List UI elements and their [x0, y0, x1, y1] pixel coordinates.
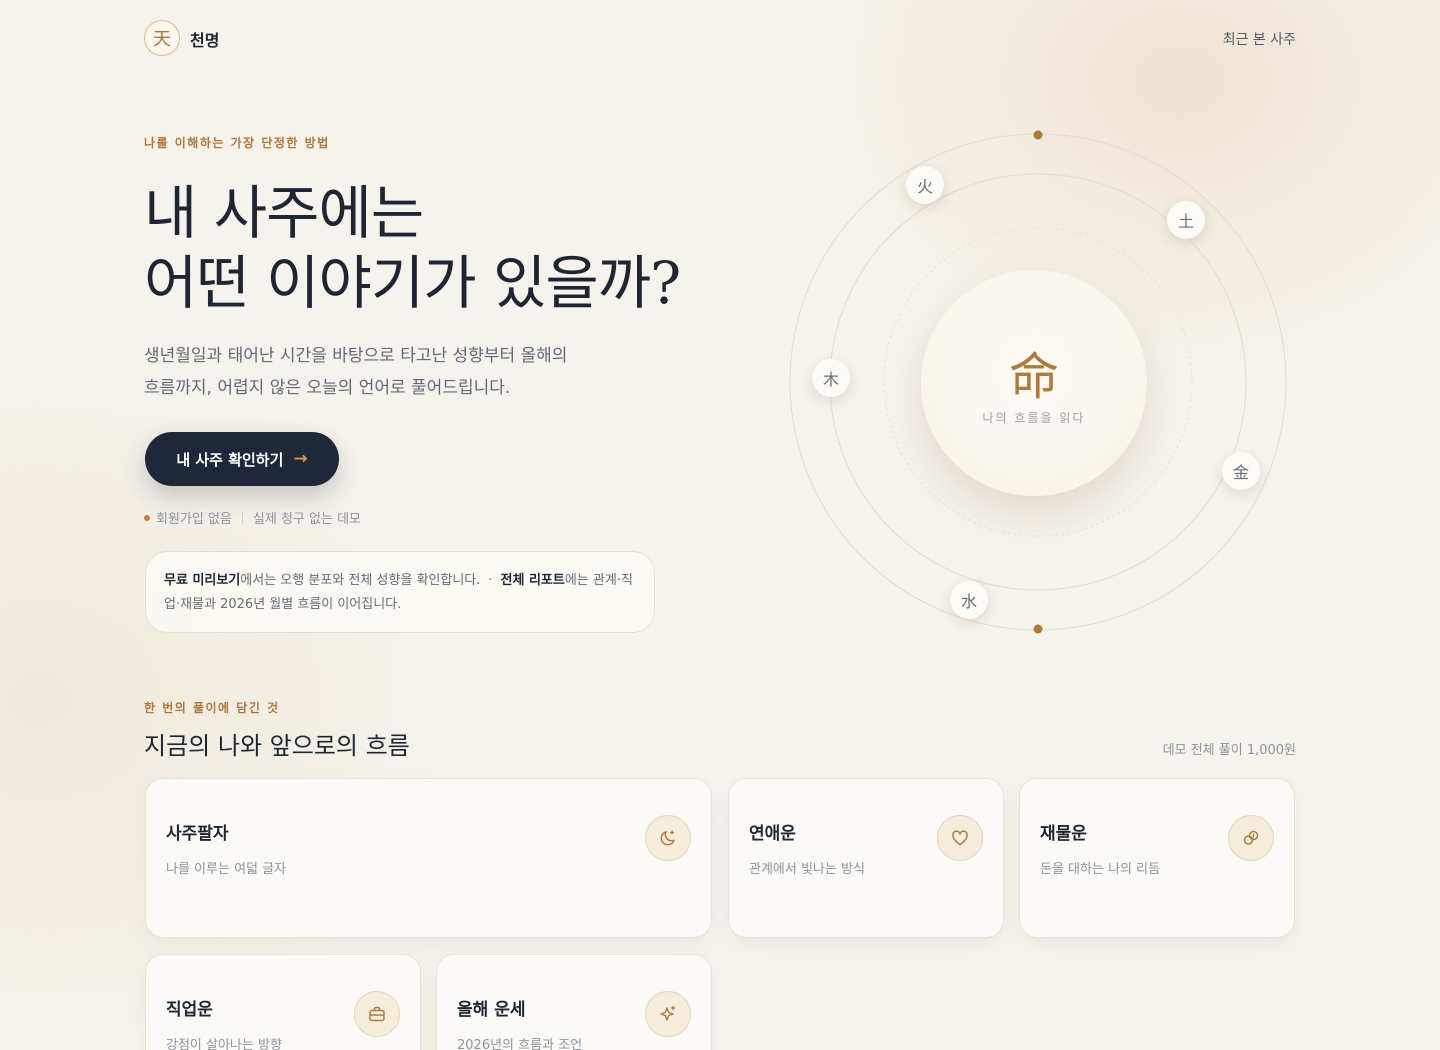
hero-desc-line-1: 생년월일과 태어난 시간을 바탕으로 타고난 성향부터 올해의	[144, 346, 568, 366]
recent-saju-link[interactable]: 최근 본 사주	[1190, 29, 1296, 49]
section-eyebrow: 한 번의 풀이에 담긴 것	[144, 701, 280, 715]
heart-icon	[937, 815, 983, 861]
card-subtitle: 관계에서 빛나는 방식	[749, 862, 865, 877]
earth-element-badge: 土	[1167, 201, 1205, 239]
hero-desc-line-2: 흐름까지, 어렵지 않은 오늘의 언어로 풀어드립니다.	[144, 378, 511, 398]
sparkle-icon	[645, 991, 691, 1037]
free-preview-label: 무료 미리보기	[164, 573, 241, 588]
preview-info-box: 무료 미리보기에서는 오행 분포와 전체 성향을 확인합니다. · 전체 리포트에는…	[145, 551, 655, 633]
brand-name[interactable]: 천명	[190, 27, 219, 51]
coins-icon	[1228, 815, 1274, 861]
full-report-label: 전체 리포트	[500, 573, 565, 588]
free-preview-text: 에서는 오행 분포와 전체 성향을 확인합니다.	[240, 573, 481, 588]
card-subtitle: 강점이 살아나는 방향	[166, 1038, 282, 1050]
card-subtitle: 돈을 대하는 나의 리듬	[1040, 862, 1161, 877]
orbit-dot-bottom	[1033, 624, 1043, 634]
check-saju-button[interactable]: 내 사주 확인하기 →	[145, 432, 339, 486]
card-career[interactable]: 직업운 강점이 살아나는 방향	[145, 954, 421, 1050]
card-subtitle: 나를 이루는 여덟 글자	[166, 862, 287, 877]
arrow-right-icon: →	[293, 449, 308, 469]
center-subtitle: 나의 흐름을 읽다	[982, 410, 1086, 425]
moon-icon	[645, 815, 691, 861]
hero-title-line-1: 내 사주에는	[144, 179, 424, 247]
hero-meta: 회원가입 없음 실제 청구 없는 데모	[144, 508, 361, 527]
hero-title-line-2: 어떤 이야기가 있을까?	[144, 249, 681, 317]
wood-element-badge: 木	[812, 359, 850, 397]
card-saju-palja[interactable]: 사주팔자 나를 이루는 여덟 글자	[145, 778, 712, 938]
section-title: 지금의 나와 앞으로의 흐름	[144, 732, 410, 760]
hero-description: 생년월일과 태어난 시간을 바탕으로 타고난 성향부터 올해의 흐름까지, 어렵…	[144, 340, 614, 404]
meta-demo: 실제 청구 없는 데모	[252, 512, 361, 527]
card-subtitle: 2026년의 흐름과 조언	[457, 1038, 583, 1050]
logo-mark[interactable]: 天	[144, 20, 180, 56]
orbit-dot-top	[1033, 130, 1043, 140]
water-element-badge: 水	[950, 581, 988, 619]
hero-eyebrow: 나를 이해하는 가장 단정한 방법	[144, 136, 330, 150]
meta-no-signup: 회원가입 없음	[156, 512, 232, 527]
card-love[interactable]: 연애운 관계에서 빛나는 방식	[728, 778, 1004, 938]
center-disc: 命 나의 흐름을 읽다	[921, 270, 1147, 496]
cta-label: 내 사주 확인하기	[176, 450, 284, 469]
card-title: 사주팔자	[166, 824, 229, 844]
metal-element-badge: 金	[1222, 452, 1260, 490]
meta-divider	[241, 511, 243, 524]
fire-element-badge: 火	[906, 166, 944, 204]
hero-title: 내 사주에는 어떤 이야기가 있을까?	[144, 178, 681, 318]
info-separator: ·	[488, 573, 493, 588]
price-note: 데모 전체 풀이 1,000원	[1162, 743, 1296, 758]
destiny-char: 命	[1009, 347, 1059, 406]
card-yearly-fortune[interactable]: 올해 운세 2026년의 흐름과 조언	[436, 954, 712, 1050]
bullet-dot-icon	[144, 514, 150, 521]
card-wealth[interactable]: 재물운 돈을 대하는 나의 리듬	[1019, 778, 1295, 938]
briefcase-icon	[354, 991, 400, 1037]
